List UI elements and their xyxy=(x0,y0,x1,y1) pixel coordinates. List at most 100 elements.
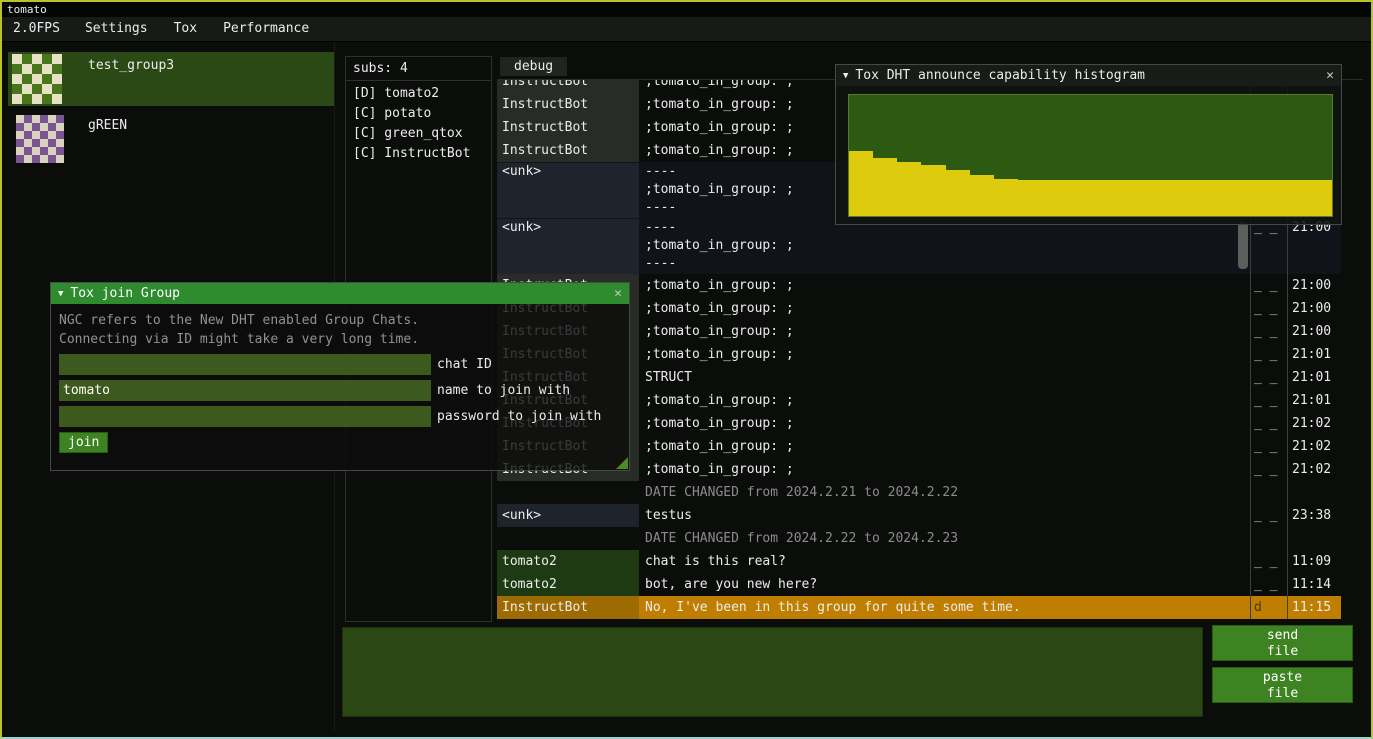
sender-name: InstructBot xyxy=(497,80,639,93)
message-flags: d xyxy=(1250,596,1287,619)
sender-name: <unk> xyxy=(497,219,639,274)
date-separator-row: DATE CHANGED from 2024.2.22 to 2024.2.23 xyxy=(497,527,1341,550)
subs-header: subs: 4 xyxy=(346,57,491,81)
message-text: DATE CHANGED from 2024.2.22 to 2024.2.23 xyxy=(639,527,1250,550)
message-time: 21:01 xyxy=(1287,343,1341,366)
chat-message-row: <unk>---- ;tomato_in_group: ; ----_ _21:… xyxy=(497,218,1341,274)
histogram-plot xyxy=(848,94,1333,217)
message-flags: _ _ xyxy=(1250,366,1287,389)
message-text: ;tomato_in_group: ; xyxy=(639,389,1250,412)
close-icon[interactable]: ✕ xyxy=(1326,68,1334,83)
message-text: ---- ;tomato_in_group: ; ---- xyxy=(639,219,1250,274)
histogram-bar xyxy=(1236,180,1260,216)
join-name-label: name to join with xyxy=(437,380,570,401)
message-text: ;tomato_in_group: ; xyxy=(639,412,1250,435)
message-flags: _ _ xyxy=(1250,504,1287,527)
join-password-input[interactable] xyxy=(59,406,431,427)
histogram-bar xyxy=(994,179,1018,217)
message-text: DATE CHANGED from 2024.2.21 to 2024.2.22 xyxy=(639,481,1250,504)
sender-name: tomato2 xyxy=(497,550,639,573)
date-separator-row: DATE CHANGED from 2024.2.21 to 2024.2.22 xyxy=(497,481,1341,504)
histogram-bar xyxy=(1308,180,1332,216)
join-group-window: ▼ Tox join Group ✕ NGC refers to the New… xyxy=(50,282,630,471)
roster-member[interactable]: [C] green_qtox xyxy=(346,124,491,144)
message-time: 11:15 xyxy=(1287,596,1341,619)
group-item-green[interactable]: gREEN xyxy=(8,112,334,166)
histogram-bar xyxy=(1018,180,1042,216)
sender-name: <unk> xyxy=(497,163,639,218)
join-window-body: NGC refers to the New DHT enabled Group … xyxy=(51,304,629,470)
menubar: 2.0FPS Settings Tox Performance xyxy=(2,17,1371,42)
histogram-window-title: Tox DHT announce capability histogram xyxy=(855,68,1145,83)
message-text: No, I've been in this group for quite so… xyxy=(639,596,1250,619)
chat-id-label: chat ID xyxy=(437,354,492,375)
histogram-bar xyxy=(897,162,921,216)
histogram-window-titlebar: ▼ Tox DHT announce capability histogram … xyxy=(836,65,1341,86)
histogram-bar xyxy=(1091,180,1115,216)
subs-list: [D] tomato2 [C] potato [C] green_qtox [C… xyxy=(346,81,491,164)
histogram-bar xyxy=(1187,180,1211,216)
message-flags: _ _ xyxy=(1250,297,1287,320)
message-flags: _ _ xyxy=(1250,550,1287,573)
message-flags: _ _ xyxy=(1250,435,1287,458)
collapse-icon[interactable]: ▼ xyxy=(58,289,63,299)
histogram-bar xyxy=(1211,180,1235,216)
message-flags: _ _ xyxy=(1250,412,1287,435)
group-item-test_group3[interactable]: test_group3 xyxy=(8,52,334,106)
histogram-bar xyxy=(970,175,994,216)
roster-member[interactable]: [C] InstructBot xyxy=(346,144,491,164)
menu-item-performance[interactable]: Performance xyxy=(210,17,322,41)
menu-item-settings[interactable]: Settings xyxy=(72,17,161,41)
join-password-label: password to join with xyxy=(437,406,601,427)
send-file-button[interactable]: send file xyxy=(1212,625,1353,661)
chat-id-input[interactable] xyxy=(59,354,431,375)
chat-message-row: <unk>testus_ _23:38 xyxy=(497,504,1341,527)
message-time: 21:00 xyxy=(1287,274,1341,297)
resize-grip[interactable] xyxy=(616,457,628,469)
join-name-input[interactable] xyxy=(59,380,431,401)
message-time xyxy=(1287,481,1341,504)
sender-name: InstructBot xyxy=(497,93,639,116)
message-text: STRUCT xyxy=(639,366,1250,389)
paste-file-button[interactable]: paste file xyxy=(1212,667,1353,703)
message-flags: _ _ xyxy=(1250,320,1287,343)
histogram-bar xyxy=(873,158,897,216)
chat-message-row: InstructBotNo, I've been in this group f… xyxy=(497,596,1341,619)
chat-scrollbar[interactable] xyxy=(1238,222,1248,269)
histogram-window: ▼ Tox DHT announce capability histogram … xyxy=(835,64,1342,225)
histogram-bar xyxy=(921,165,945,216)
message-text: ;tomato_in_group: ; xyxy=(639,458,1250,481)
chat-id-field-row: chat ID xyxy=(59,354,621,375)
sender-name: InstructBot xyxy=(497,116,639,139)
message-time: 11:14 xyxy=(1287,573,1341,596)
chat-message-row: tomato2bot, are you new here?_ _11:14 xyxy=(497,573,1341,596)
sender-name xyxy=(497,481,639,504)
message-text: bot, are you new here? xyxy=(639,573,1250,596)
chat-message-row: tomato2chat is this real?_ _11:09 xyxy=(497,550,1341,573)
message-flags xyxy=(1250,527,1287,550)
collapse-icon[interactable]: ▼ xyxy=(843,71,848,81)
message-time xyxy=(1287,527,1341,550)
histogram-bar xyxy=(1042,180,1066,216)
roster-member[interactable]: [D] tomato2 xyxy=(346,84,491,104)
menu-item-tox[interactable]: Tox xyxy=(161,17,210,41)
roster-member[interactable]: [C] potato xyxy=(346,104,491,124)
join-window-title: Tox join Group xyxy=(70,286,180,301)
sender-name xyxy=(497,527,639,550)
message-time: 23:38 xyxy=(1287,504,1341,527)
window-titlebar: tomato xyxy=(2,2,1371,17)
tab-debug[interactable]: debug xyxy=(500,57,567,76)
join-button[interactable]: join xyxy=(59,432,108,453)
message-input[interactable] xyxy=(342,627,1203,717)
message-flags: _ _ xyxy=(1250,274,1287,297)
message-time: 21:02 xyxy=(1287,458,1341,481)
message-flags xyxy=(1250,481,1287,504)
sender-name: tomato2 xyxy=(497,573,639,596)
message-text: ;tomato_in_group: ; xyxy=(639,274,1250,297)
name-field-row: name to join with xyxy=(59,380,621,401)
close-icon[interactable]: ✕ xyxy=(614,286,622,301)
join-info-text: Connecting via ID might take a very long… xyxy=(59,330,621,349)
message-flags: _ _ xyxy=(1250,219,1287,274)
message-time: 21:00 xyxy=(1287,320,1341,343)
sender-name: InstructBot xyxy=(497,139,639,162)
